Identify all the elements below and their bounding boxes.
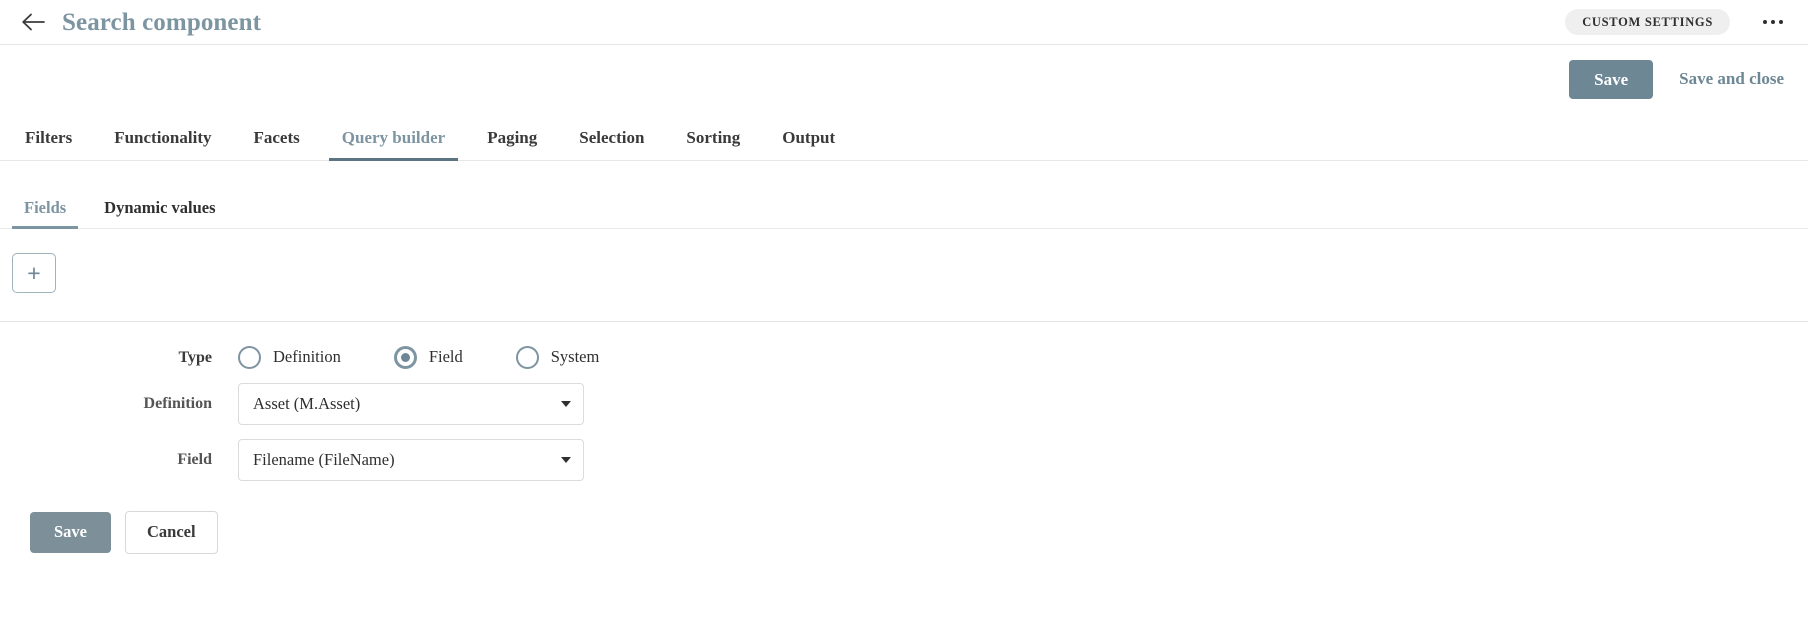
form-save-button[interactable]: Save: [30, 512, 111, 553]
type-radio-group: Definition Field System: [238, 346, 599, 369]
tab-query-builder[interactable]: Query builder: [328, 129, 459, 161]
main-tabs: Filters Functionality Facets Query build…: [0, 113, 1808, 161]
tab-functionality[interactable]: Functionality: [101, 129, 224, 160]
subtab-fields[interactable]: Fields: [12, 199, 79, 229]
panel-actions: Save Cancel: [0, 495, 1808, 554]
radio-circle-icon: [515, 346, 539, 369]
save-button[interactable]: Save: [1569, 59, 1654, 99]
custom-settings-button[interactable]: CUSTOM SETTINGS: [1565, 9, 1730, 35]
type-row: Type Definition Field System: [0, 346, 1808, 369]
tab-facets[interactable]: Facets: [241, 129, 313, 160]
radio-system[interactable]: System: [515, 346, 600, 369]
plus-icon: +: [27, 259, 41, 286]
arrow-left-icon[interactable]: [18, 7, 48, 37]
add-field-button[interactable]: +: [12, 253, 56, 293]
tab-sorting[interactable]: Sorting: [673, 129, 753, 160]
field-label: Field: [177, 451, 212, 468]
radio-circle-icon: [238, 346, 261, 369]
action-bar: Save Save and close: [0, 45, 1808, 113]
chevron-down-icon: [561, 457, 571, 463]
radio-circle-selected-icon: [393, 346, 417, 369]
subtab-dynamic-values[interactable]: Dynamic values: [92, 199, 227, 229]
toolbar: +: [0, 229, 1808, 293]
radio-field-label: Field: [428, 347, 463, 367]
field-editor-panel: Type Definition Field System Definition: [0, 321, 1808, 554]
tab-filters[interactable]: Filters: [12, 129, 85, 160]
field-row: Field Filename (FileName): [0, 439, 1808, 481]
definition-label: Definition: [143, 395, 212, 412]
sub-tabs: Fields Dynamic values: [0, 185, 1808, 229]
definition-select[interactable]: Asset (M.Asset): [238, 383, 584, 425]
radio-definition-label: Definition: [273, 347, 341, 367]
radio-definition[interactable]: Definition: [238, 346, 341, 369]
radio-field[interactable]: Field: [393, 346, 463, 369]
tab-output[interactable]: Output: [769, 129, 848, 160]
field-select[interactable]: Filename (FileName): [238, 439, 584, 481]
search-component-editor: Search component CUSTOM SETTINGS Save Sa…: [0, 0, 1808, 624]
type-label: Type: [178, 348, 212, 366]
save-and-close-link[interactable]: Save and close: [1679, 69, 1784, 89]
page-title: Search component: [62, 8, 262, 36]
definition-row: Definition Asset (M.Asset): [0, 383, 1808, 425]
field-select-value: Filename (FileName): [253, 451, 395, 469]
form-cancel-button[interactable]: Cancel: [125, 511, 218, 554]
app-header: Search component CUSTOM SETTINGS: [0, 0, 1808, 45]
radio-system-label: System: [550, 347, 600, 367]
chevron-down-icon: [561, 401, 571, 407]
ellipsis-dot: [1778, 19, 1784, 25]
ellipsis-icon[interactable]: [1760, 9, 1786, 35]
definition-select-value: Asset (M.Asset): [253, 395, 361, 413]
tab-selection[interactable]: Selection: [566, 129, 657, 160]
ellipsis-dot: [1770, 19, 1776, 25]
tab-paging[interactable]: Paging: [474, 129, 550, 160]
ellipsis-dot: [1762, 19, 1768, 25]
